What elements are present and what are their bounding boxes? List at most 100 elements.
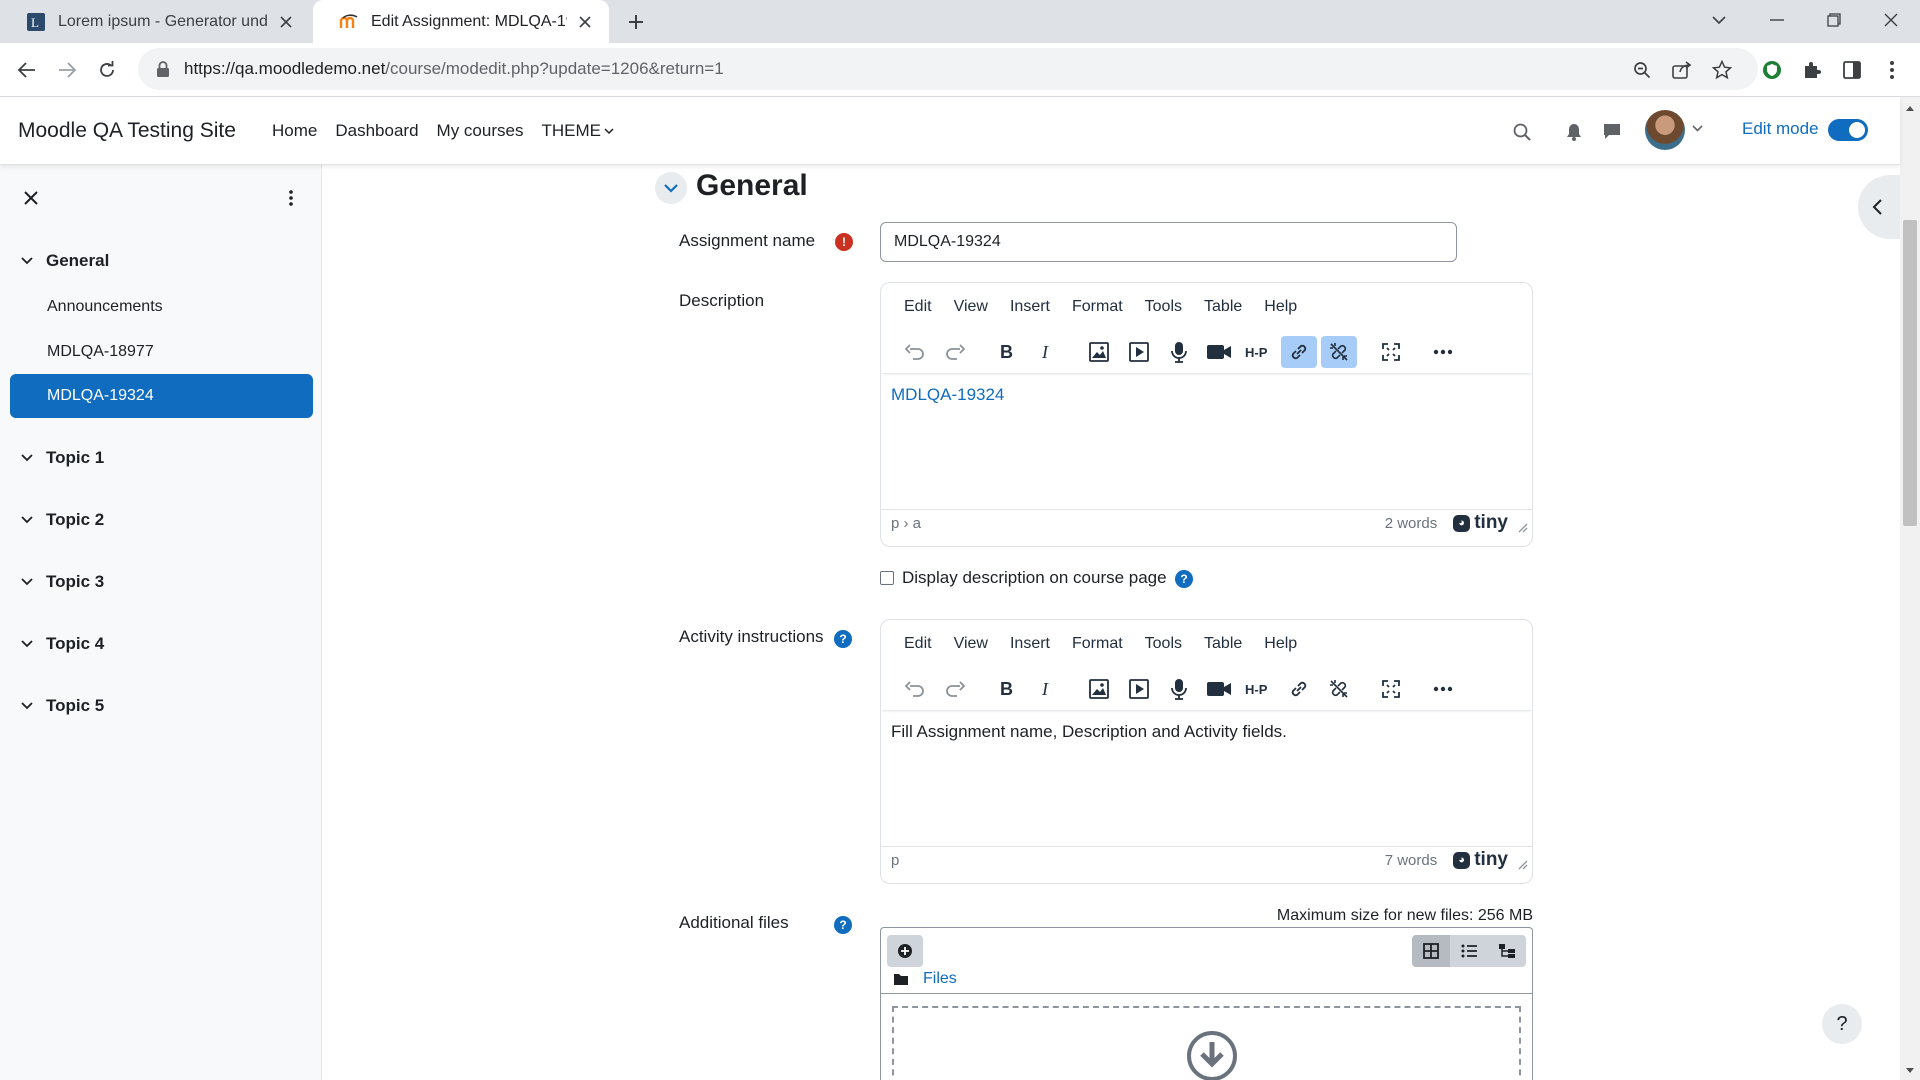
- close-icon[interactable]: [276, 12, 296, 32]
- link-icon[interactable]: [1281, 336, 1317, 368]
- menu-insert[interactable]: Insert: [999, 635, 1061, 653]
- description-link[interactable]: MDLQA-19324: [891, 385, 1004, 404]
- microphone-icon[interactable]: [1161, 336, 1197, 368]
- video-camera-icon[interactable]: [1201, 336, 1237, 368]
- bookmark-star-icon[interactable]: [1707, 55, 1737, 85]
- nav-dashboard[interactable]: Dashboard: [335, 121, 418, 141]
- activity-content-area[interactable]: Fill Assignment name, Description and Ac…: [881, 710, 1532, 846]
- image-icon[interactable]: [1081, 673, 1117, 705]
- more-options-icon[interactable]: [1425, 673, 1461, 705]
- media-icon[interactable]: [1121, 673, 1157, 705]
- menu-insert[interactable]: Insert: [999, 298, 1061, 316]
- element-path[interactable]: p › a: [891, 515, 1385, 532]
- fullscreen-icon[interactable]: [1373, 673, 1409, 705]
- redo-icon[interactable]: [937, 673, 973, 705]
- scroll-up-arrow-icon[interactable]: [1900, 99, 1920, 116]
- zoom-icon[interactable]: [1627, 55, 1657, 85]
- tiny-logo[interactable]: ◕ tiny: [1453, 512, 1508, 534]
- browser-tab-lorem[interactable]: L Lorem ipsum - Generator und Inf: [0, 0, 310, 43]
- description-content-area[interactable]: MDLQA-19324: [881, 373, 1532, 509]
- menu-table[interactable]: Table: [1193, 298, 1253, 316]
- window-close-icon[interactable]: [1862, 0, 1920, 40]
- tab-search-chevron-icon[interactable]: [1690, 0, 1748, 40]
- more-options-icon[interactable]: [1425, 336, 1461, 368]
- help-question-icon[interactable]: ?: [834, 916, 852, 934]
- italic-icon[interactable]: I: [1029, 673, 1065, 705]
- required-exclamation-icon[interactable]: !: [835, 233, 853, 251]
- image-icon[interactable]: [1081, 336, 1117, 368]
- fullscreen-icon[interactable]: [1373, 336, 1409, 368]
- help-footer-button[interactable]: ?: [1822, 1004, 1862, 1044]
- video-camera-icon[interactable]: [1201, 673, 1237, 705]
- tree-view-icon[interactable]: [1488, 935, 1526, 967]
- restore-icon[interactable]: [1805, 0, 1863, 40]
- unlink-icon[interactable]: [1321, 673, 1357, 705]
- menu-help[interactable]: Help: [1253, 635, 1308, 653]
- help-question-icon[interactable]: ?: [1175, 570, 1193, 588]
- minimize-icon[interactable]: [1748, 0, 1806, 40]
- reload-icon[interactable]: [92, 55, 122, 85]
- user-menu-chevron-down-icon[interactable]: [1692, 125, 1703, 132]
- menu-tools[interactable]: Tools: [1134, 635, 1193, 653]
- course-activity-mdlqa-19324[interactable]: MDLQA-19324: [10, 374, 313, 418]
- menu-help[interactable]: Help: [1253, 298, 1308, 316]
- resize-handle-icon[interactable]: [1518, 860, 1528, 870]
- course-section-topic-4[interactable]: Topic 4: [20, 631, 104, 657]
- share-icon[interactable]: [1667, 55, 1697, 85]
- link-icon[interactable]: [1281, 673, 1317, 705]
- course-activity-announcements[interactable]: Announcements: [10, 285, 313, 329]
- word-count[interactable]: 7 words: [1385, 852, 1438, 869]
- notification-bell-icon[interactable]: [1561, 119, 1587, 145]
- list-view-icon[interactable]: [1450, 935, 1488, 967]
- h5p-icon[interactable]: H-P: [1241, 673, 1277, 705]
- display-description-checkbox[interactable]: [880, 571, 894, 585]
- files-folder-link[interactable]: Files: [923, 970, 957, 988]
- kebab-menu-icon[interactable]: [280, 185, 302, 211]
- media-icon[interactable]: [1121, 336, 1157, 368]
- bold-icon[interactable]: B: [989, 673, 1025, 705]
- extension-shield-icon[interactable]: [1757, 55, 1787, 85]
- microphone-icon[interactable]: [1161, 673, 1197, 705]
- display-description-label[interactable]: Display description on course page: [902, 568, 1167, 588]
- course-section-topic-3[interactable]: Topic 3: [20, 569, 104, 595]
- close-icon[interactable]: [575, 12, 595, 32]
- undo-icon[interactable]: [897, 673, 933, 705]
- redo-icon[interactable]: [937, 336, 973, 368]
- word-count[interactable]: 2 words: [1385, 515, 1438, 532]
- scroll-down-arrow-icon[interactable]: [1900, 1062, 1920, 1079]
- user-avatar[interactable]: [1645, 110, 1685, 150]
- help-question-icon[interactable]: ?: [834, 630, 852, 648]
- menu-tools[interactable]: Tools: [1134, 298, 1193, 316]
- browser-menu-icon[interactable]: [1877, 55, 1907, 85]
- menu-view[interactable]: View: [943, 298, 999, 316]
- nav-home[interactable]: Home: [272, 121, 317, 141]
- new-tab-plus-icon[interactable]: [622, 9, 650, 35]
- course-section-topic-2[interactable]: Topic 2: [20, 507, 104, 533]
- course-section-topic-5[interactable]: Topic 5: [20, 693, 104, 719]
- h5p-icon[interactable]: H-P: [1241, 336, 1277, 368]
- site-name[interactable]: Moodle QA Testing Site: [18, 119, 236, 143]
- scrollbar-thumb[interactable]: [1903, 220, 1917, 526]
- menu-format[interactable]: Format: [1061, 298, 1134, 316]
- search-icon[interactable]: [1509, 119, 1535, 145]
- bold-icon[interactable]: B: [989, 336, 1025, 368]
- extensions-puzzle-icon[interactable]: [1797, 55, 1827, 85]
- menu-edit[interactable]: Edit: [893, 635, 943, 653]
- grid-view-icon[interactable]: [1412, 935, 1450, 967]
- resize-handle-icon[interactable]: [1518, 523, 1528, 533]
- file-dropzone[interactable]: [892, 1006, 1521, 1080]
- nav-my-courses[interactable]: My courses: [437, 121, 524, 141]
- element-path[interactable]: p: [891, 852, 1385, 869]
- assignment-name-input[interactable]: [880, 222, 1457, 262]
- menu-table[interactable]: Table: [1193, 635, 1253, 653]
- menu-format[interactable]: Format: [1061, 635, 1134, 653]
- collapse-section-chevron-icon[interactable]: [655, 172, 687, 204]
- undo-icon[interactable]: [897, 336, 933, 368]
- tiny-logo[interactable]: ◕ tiny: [1453, 849, 1508, 871]
- messages-icon[interactable]: [1599, 119, 1625, 145]
- course-section-general[interactable]: General: [20, 248, 109, 274]
- course-section-topic-1[interactable]: Topic 1: [20, 445, 104, 471]
- edit-mode-toggle[interactable]: [1828, 119, 1868, 141]
- unlink-icon[interactable]: [1321, 336, 1357, 368]
- nav-theme[interactable]: THEME: [541, 121, 614, 141]
